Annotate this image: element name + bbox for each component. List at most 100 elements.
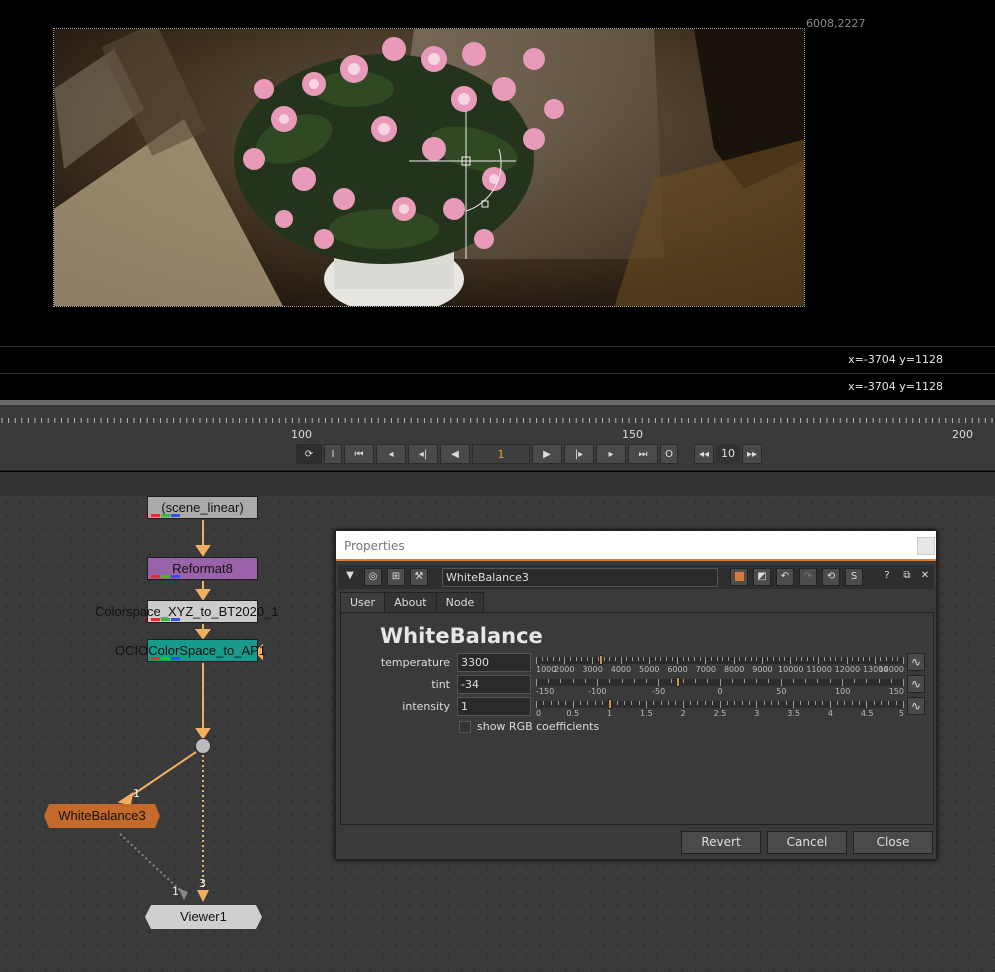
properties-tabs: User About Node bbox=[340, 592, 485, 612]
tint-animation-icon[interactable]: ∿ bbox=[907, 675, 925, 693]
temperature-animation-icon[interactable]: ∿ bbox=[907, 653, 925, 671]
slider-tick bbox=[572, 701, 574, 708]
slider-tick bbox=[560, 679, 562, 683]
slider-tick bbox=[705, 657, 707, 664]
viewer-image[interactable] bbox=[53, 28, 805, 307]
close-icon[interactable]: ✕ bbox=[916, 568, 934, 586]
frame-increment-field[interactable]: 10 bbox=[716, 444, 740, 464]
center-node-icon[interactable]: ◎ bbox=[364, 568, 382, 586]
cancel-button[interactable]: Cancel bbox=[767, 831, 847, 854]
slider-tick bbox=[580, 701, 582, 705]
slider-tick bbox=[654, 657, 656, 661]
slider-tick-label: 2.5 bbox=[713, 709, 727, 718]
node-name-input[interactable]: WhiteBalance3 bbox=[442, 568, 718, 587]
slider-tick bbox=[541, 657, 543, 661]
out-point-button[interactable]: O bbox=[660, 444, 678, 464]
step-back-button[interactable]: ◂◂ bbox=[694, 444, 714, 464]
play-forward-button[interactable]: ▶ bbox=[532, 444, 562, 464]
colorspace-node[interactable]: Colorspace_XYZ_to_BT2020_1 bbox=[95, 600, 279, 623]
redo-icon[interactable]: ↷ bbox=[799, 568, 817, 586]
slider-tick bbox=[643, 657, 645, 661]
ociocolorspace-node[interactable]: OCIOColorSpace_to_AP1 bbox=[115, 639, 266, 662]
temperature-slider[interactable]: 1000 2000 3000 4000 5000 6000 7000 8000 9000 1000… bbox=[536, 654, 904, 674]
slider-tick-label: 3000 bbox=[582, 665, 603, 674]
slider-tick bbox=[805, 679, 807, 683]
viewer-panel[interactable]: 6008,2227 bbox=[0, 0, 995, 345]
slider-tick bbox=[763, 701, 765, 705]
slider-tick bbox=[569, 657, 571, 661]
slider-tick-label: 14000 bbox=[878, 665, 904, 674]
previous-frame-button[interactable]: ◂| bbox=[408, 444, 438, 464]
slider-tick bbox=[851, 701, 853, 705]
timeline-tick-label: 150 bbox=[622, 428, 643, 441]
plant-photo bbox=[54, 29, 804, 306]
whitebalance-node[interactable]: WhiteBalance3 bbox=[44, 804, 160, 828]
slider-tick bbox=[695, 679, 697, 683]
intensity-animation-icon[interactable]: ∿ bbox=[907, 697, 925, 715]
timeline-ruler[interactable] bbox=[0, 415, 995, 429]
s-button[interactable]: S bbox=[845, 568, 863, 586]
first-frame-button[interactable]: ⏮ bbox=[344, 444, 374, 464]
node-color-button[interactable] bbox=[730, 568, 748, 586]
tab-about[interactable]: About bbox=[384, 592, 437, 612]
in-point-button[interactable]: I bbox=[324, 444, 342, 464]
slider-tick-label: 7000 bbox=[695, 665, 717, 674]
node-label: Viewer1 bbox=[180, 909, 227, 924]
tint-slider[interactable]: -150 -100 -50 0 50 100 150 bbox=[536, 676, 904, 696]
slider-tick-label: -50 bbox=[652, 687, 666, 696]
reformat-node[interactable]: Reformat8 bbox=[147, 557, 258, 580]
slider-tick bbox=[609, 679, 611, 683]
slider-tick bbox=[603, 657, 605, 661]
slider-tick bbox=[795, 657, 797, 661]
name-node-icon[interactable]: ⊞ bbox=[387, 568, 405, 586]
current-frame-field[interactable]: 1 bbox=[472, 444, 530, 464]
step-forward-button[interactable]: ▸▸ bbox=[742, 444, 762, 464]
slider-tick bbox=[646, 679, 648, 683]
slider-tick bbox=[743, 679, 745, 683]
tab-node[interactable]: Node bbox=[435, 592, 485, 612]
gl-color-icon[interactable]: ◩ bbox=[753, 568, 771, 586]
slider-handle[interactable] bbox=[607, 699, 612, 709]
slider-tick bbox=[682, 657, 684, 661]
slider-tick bbox=[823, 657, 825, 661]
tab-user[interactable]: User bbox=[340, 592, 386, 612]
slider-tick bbox=[624, 701, 626, 705]
next-keyframe-button[interactable]: ▸ bbox=[596, 444, 626, 464]
properties-panel[interactable]: Properties ▼ ◎ ⊞ ⚒ WhiteBalance3 ◩ ↶ ↷ ⟲… bbox=[335, 530, 937, 860]
temperature-input[interactable]: 3300 bbox=[457, 653, 531, 672]
slider-tick bbox=[844, 701, 846, 705]
revert-icon[interactable]: ⟲ bbox=[822, 568, 840, 586]
slider-tick bbox=[814, 701, 816, 705]
slider-tick bbox=[886, 657, 888, 661]
dot-node[interactable] bbox=[195, 738, 211, 754]
wrench-icon[interactable]: ⚒ bbox=[410, 568, 428, 586]
slider-tick bbox=[586, 657, 588, 661]
slider-labels: 1000 2000 3000 4000 5000 6000 7000 8000 9000 1000… bbox=[536, 665, 904, 675]
revert-button[interactable]: Revert bbox=[681, 831, 761, 854]
slider-handle[interactable] bbox=[599, 655, 604, 665]
slider-handle[interactable] bbox=[676, 677, 681, 687]
intensity-input[interactable]: 1 bbox=[457, 697, 531, 716]
timeline[interactable]: 100 150 200 ⟳ I ⏮ ◂ ◂| ◀ 1 ▶ |▸ ▸ ⏭ O ◂◂… bbox=[0, 405, 995, 471]
viewer-node[interactable]: Viewer1 bbox=[145, 905, 262, 929]
float-panel-icon[interactable]: ⧉ bbox=[898, 568, 916, 586]
intensity-slider[interactable]: 0 0.5 1 1.5 2 2.5 3 3.5 4 4.5 5 bbox=[536, 698, 904, 718]
collapse-icon[interactable]: ▼ bbox=[341, 568, 359, 586]
slider-tick bbox=[572, 679, 574, 683]
tint-input[interactable]: -34 bbox=[457, 675, 531, 694]
close-button[interactable]: Close bbox=[853, 831, 933, 854]
sync-icon[interactable]: ⟳ bbox=[296, 444, 322, 464]
previous-keyframe-button[interactable]: ◂ bbox=[376, 444, 406, 464]
slider-tick-label: 3 bbox=[754, 709, 760, 718]
help-icon[interactable]: ? bbox=[878, 568, 896, 586]
play-backward-button[interactable]: ◀ bbox=[440, 444, 470, 464]
read-node[interactable]: (scene_linear) bbox=[147, 496, 258, 519]
next-frame-button[interactable]: |▸ bbox=[564, 444, 594, 464]
last-frame-button[interactable]: ⏭ bbox=[628, 444, 658, 464]
slider-tick bbox=[784, 657, 786, 661]
show-rgb-checkbox[interactable] bbox=[459, 721, 471, 733]
undo-icon[interactable]: ↶ bbox=[776, 568, 794, 586]
properties-title-bar[interactable]: Properties bbox=[336, 531, 936, 561]
maximize-button[interactable] bbox=[917, 537, 935, 555]
slider-tick bbox=[536, 657, 537, 664]
